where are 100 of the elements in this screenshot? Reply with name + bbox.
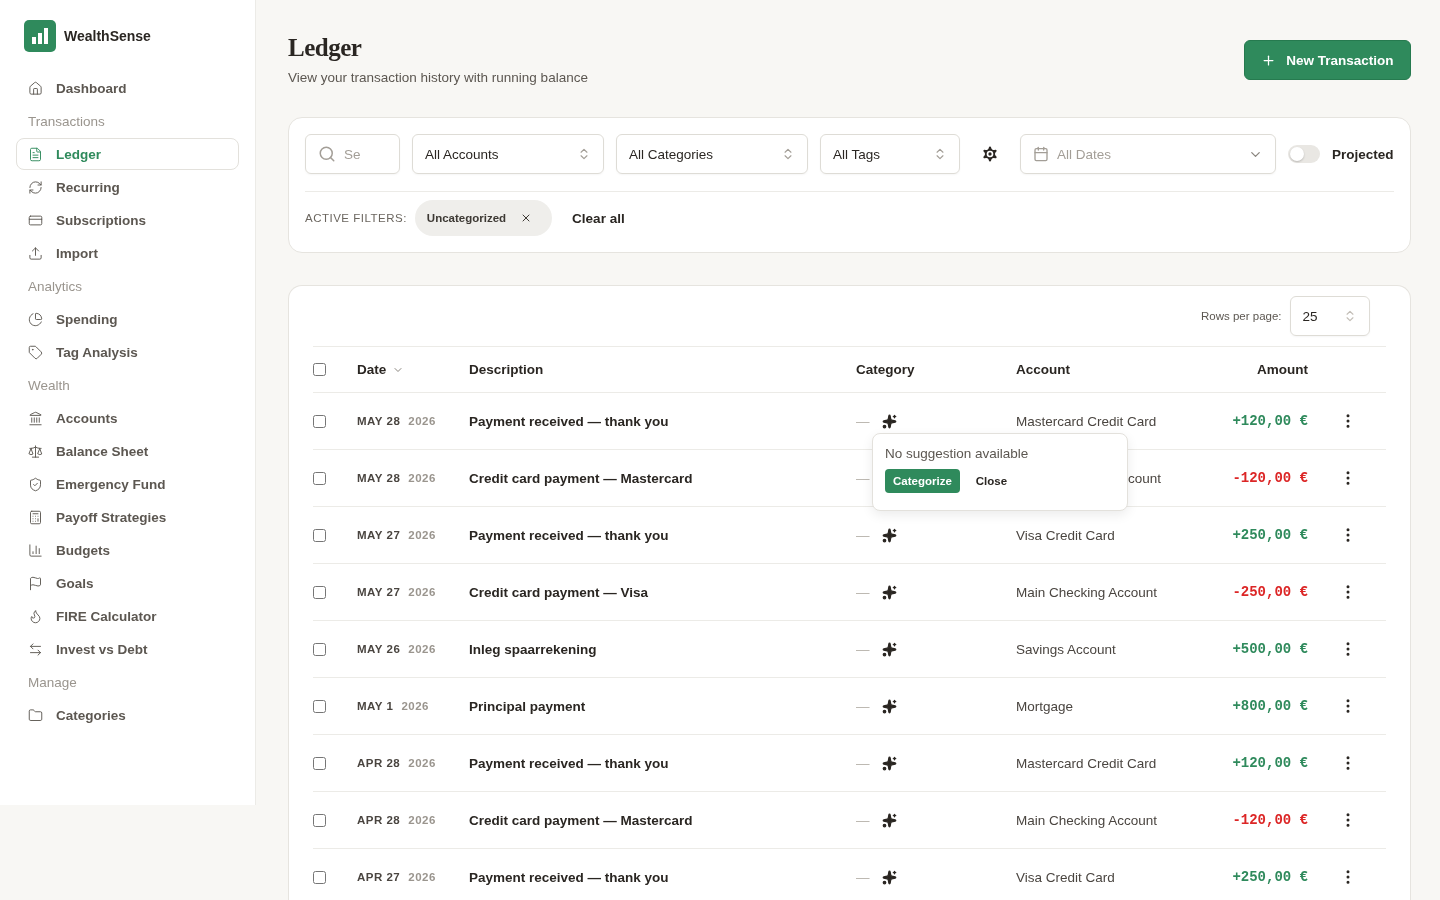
empty-category-text: — <box>856 698 870 714</box>
sparkles-icon[interactable] <box>881 869 897 885</box>
account-text: count <box>1127 470 1163 486</box>
row-checkbox[interactable] <box>313 756 326 770</box>
clear-all-button[interactable]: Clear all <box>560 210 637 226</box>
year-text: 2026 <box>408 529 436 541</box>
nav-section-heading: Analytics <box>27 277 84 296</box>
account-text: Main Checking Account <box>1016 812 1159 828</box>
row-checkbox[interactable] <box>313 699 326 713</box>
year-text: 2026 <box>408 757 436 769</box>
amount-text: -120,00 € <box>1231 470 1308 486</box>
row-checkbox[interactable] <box>313 471 326 485</box>
nav-item[interactable]: Balance Sheet <box>16 435 239 467</box>
toggle-label: Projected <box>1332 146 1394 162</box>
nav-item[interactable]: Recurring <box>16 171 239 203</box>
rows-per-page-label: Rows per page: <box>1201 310 1282 322</box>
nav-section-heading: Manage <box>27 673 78 692</box>
nav-item[interactable]: Spending <box>16 303 239 335</box>
settings-icon[interactable] <box>980 144 1000 164</box>
sparkles-icon[interactable] <box>881 527 897 543</box>
account-select[interactable]: All Accounts <box>412 134 604 174</box>
row-checkbox[interactable] <box>313 813 326 827</box>
date-text: MAY 1 <box>357 700 394 712</box>
plus-icon <box>1261 52 1277 68</box>
year-text: 2026 <box>408 415 436 427</box>
amount-text: +250,00 € <box>1231 527 1308 543</box>
projected-toggle[interactable] <box>1288 145 1320 163</box>
flame-icon <box>28 608 43 624</box>
nav-item[interactable]: Emergency Fund <box>16 468 239 500</box>
category-select[interactable]: All Categories <box>616 134 808 174</box>
empty-category-text: — <box>856 527 870 543</box>
chart-icon <box>28 542 43 558</box>
nav-item[interactable]: Invest vs Debt <box>16 633 239 665</box>
rows-per-page-select[interactable]: 25 <box>1289 296 1370 336</box>
date-text: APR 28 <box>357 814 401 826</box>
nav-item[interactable]: Tag Analysis <box>16 336 239 368</box>
upload-icon <box>28 245 43 261</box>
description-text: Payment received — thank you <box>469 869 670 885</box>
sparkles-icon[interactable] <box>881 413 897 429</box>
account-text: Main Checking Account <box>1016 584 1159 600</box>
nav-item[interactable]: Categories <box>16 699 239 731</box>
nav-item[interactable]: Payoff Strategies <box>16 501 239 533</box>
description-text: Principal payment <box>469 698 587 714</box>
description-text: Credit card payment — Visa <box>469 584 650 600</box>
flag-icon <box>28 575 43 591</box>
search-icon <box>318 145 336 163</box>
close-button[interactable]: Close <box>967 475 1016 487</box>
column-header: Category <box>856 362 916 377</box>
sparkles-icon[interactable] <box>881 812 897 828</box>
row-checkbox[interactable] <box>313 528 326 542</box>
amount-text: +800,00 € <box>1231 698 1308 714</box>
column-header[interactable]: Date <box>357 362 469 377</box>
year-text: 2026 <box>408 586 436 598</box>
sparkles-icon[interactable] <box>881 755 897 771</box>
card-icon <box>28 212 43 228</box>
popover-message: No suggestion available <box>885 446 1030 461</box>
column-header: Account <box>1016 362 1071 377</box>
nav-item[interactable]: Dashboard <box>16 72 239 104</box>
account-text: Mastercard Credit Card <box>1016 755 1158 771</box>
nav-item[interactable]: Ledger <box>16 138 239 170</box>
date-text: MAY 28 <box>357 472 401 484</box>
brand-name: WealthSense <box>64 28 151 44</box>
shield-icon <box>28 476 43 492</box>
nav-item[interactable]: Budgets <box>16 534 239 566</box>
home-icon <box>28 80 43 96</box>
nav-item[interactable]: Accounts <box>16 402 239 434</box>
empty-category-text: — <box>856 470 870 486</box>
empty-category-text: — <box>856 413 870 429</box>
bank-icon <box>28 410 43 426</box>
description-text: Payment received — thank you <box>469 755 670 771</box>
sparkles-icon[interactable] <box>881 641 897 657</box>
column-header: Amount <box>1256 362 1308 377</box>
row-checkbox[interactable] <box>313 414 326 428</box>
calculator-icon <box>28 509 43 525</box>
row-checkbox[interactable] <box>313 585 326 599</box>
categorize-button[interactable]: Categorize <box>885 469 960 493</box>
new-transaction-button[interactable]: New Transaction <box>1244 40 1411 80</box>
row-checkbox[interactable] <box>313 870 326 884</box>
empty-category-text: — <box>856 584 870 600</box>
row-checkbox[interactable] <box>313 642 326 656</box>
sparkles-icon[interactable] <box>881 584 897 600</box>
nav-item[interactable]: Goals <box>16 567 239 599</box>
description-text: Credit card payment — Mastercard <box>469 812 694 828</box>
pie-chart-icon <box>28 311 43 327</box>
arrows-icon <box>28 641 43 657</box>
nav-item[interactable]: FIRE Calculator <box>16 600 239 632</box>
select-all-checkbox[interactable] <box>313 363 326 376</box>
empty-category-text: — <box>856 755 870 771</box>
sparkles-icon[interactable] <box>881 698 897 714</box>
date-text: MAY 27 <box>357 586 401 598</box>
tag-select[interactable]: All Tags <box>820 134 960 174</box>
nav-item[interactable]: Subscriptions <box>16 204 239 236</box>
year-text: 2026 <box>408 814 436 826</box>
amount-text: -250,00 € <box>1231 584 1308 600</box>
scale-icon <box>28 443 43 459</box>
nav-item[interactable]: Import <box>16 237 239 269</box>
date-text: MAY 26 <box>357 643 401 655</box>
description-text: Inleg spaarrekening <box>469 641 598 657</box>
account-text: Mastercard Credit Card <box>1016 413 1158 429</box>
empty-category-text: — <box>856 641 870 657</box>
